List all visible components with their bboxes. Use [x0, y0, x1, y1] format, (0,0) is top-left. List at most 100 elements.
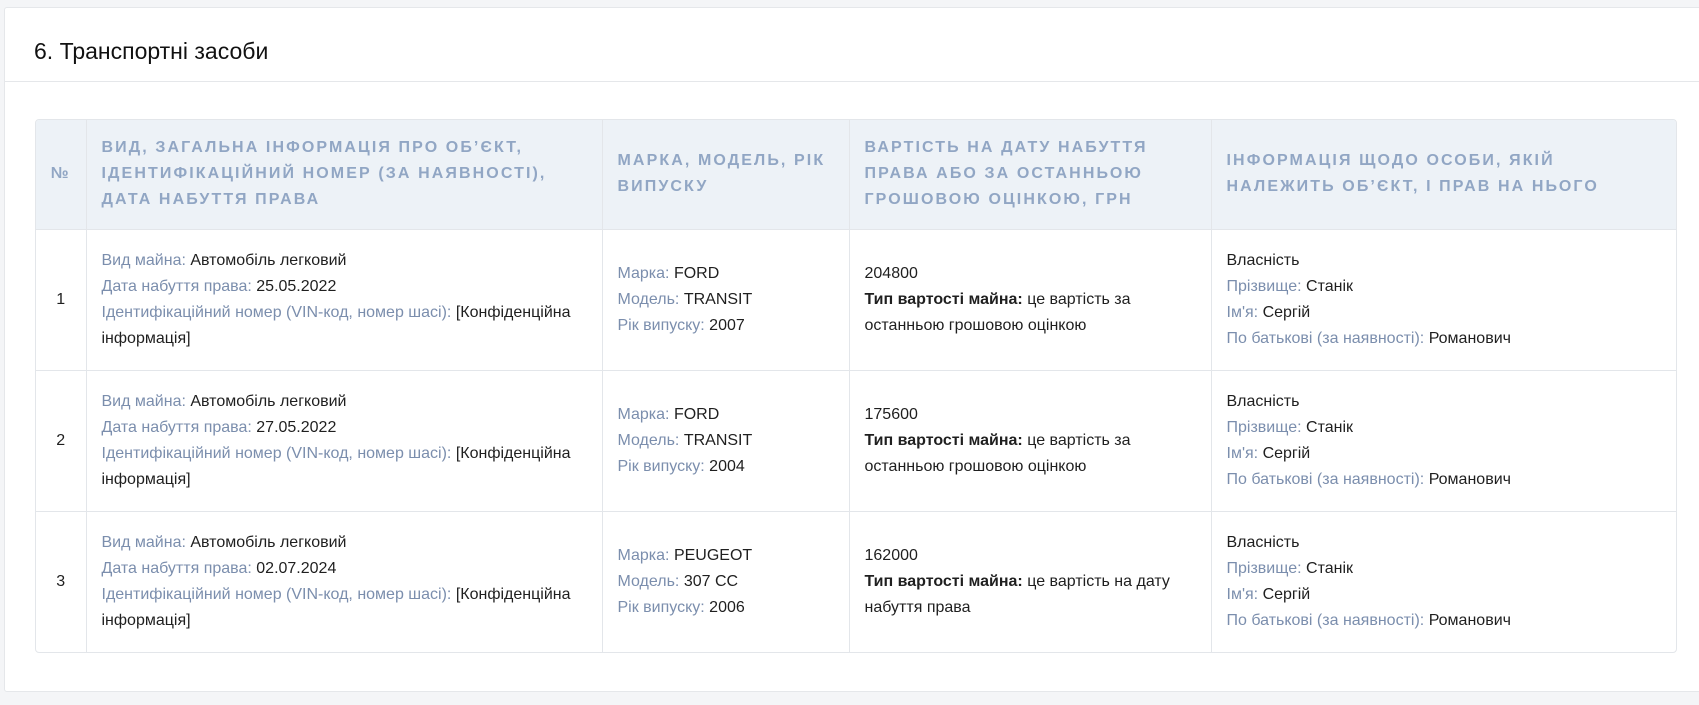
card-header: 6. Транспортні засоби	[5, 8, 1699, 82]
name-value: Сергій	[1262, 444, 1311, 462]
year-line: Рік випуску: 2007	[618, 313, 834, 339]
surname-line: Прізвище: Станік	[1227, 415, 1662, 441]
name-label: Ім'я:	[1226, 303, 1259, 321]
patronymic-label: По батькові (за наявності):	[1226, 329, 1425, 347]
date-label: Дата набуття права:	[101, 418, 252, 436]
kind-line: Вид майна: Автомобіль легковий	[102, 389, 587, 415]
table-row: 1 Вид майна: Автомобіль легковий Дата на…	[36, 229, 1676, 371]
header-brand-model: Марка, модель, рік випуску	[602, 120, 850, 230]
model-label: Модель:	[617, 572, 680, 590]
kind-label: Вид майна:	[101, 392, 186, 410]
surname-line: Прізвище: Станік	[1227, 274, 1662, 300]
value-cell: 162000 Тип вартості майна: це вартість н…	[849, 511, 1212, 652]
date-value: 02.07.2024	[256, 559, 337, 577]
name-label: Ім'я:	[1226, 444, 1259, 462]
vehicles-card: 6. Транспортні засоби № Вид, загальна ін…	[4, 7, 1699, 692]
kind-label: Вид майна:	[101, 533, 186, 551]
value-cell: 175600 Тип вартості майна: це вартість з…	[849, 370, 1212, 512]
name-line: Ім'я: Сергій	[1227, 300, 1662, 326]
value-type-label: Тип вартості майна:	[864, 290, 1023, 308]
section-title: 6. Транспортні засоби	[34, 38, 269, 64]
general-info-cell: Вид майна: Автомобіль легковий Дата набу…	[86, 511, 603, 652]
name-value: Сергій	[1262, 303, 1311, 321]
patronymic-line: По батькові (за наявності): Романович	[1227, 608, 1662, 634]
year-label: Рік випуску:	[617, 457, 705, 475]
value-type-label: Тип вартості майна:	[864, 431, 1023, 449]
year-label: Рік випуску:	[617, 598, 705, 616]
owner-info-cell: Власність Прізвище: Станік Ім'я: Сергій …	[1211, 370, 1676, 512]
make-value: FORD	[673, 264, 720, 282]
model-value: TRANSIT	[683, 290, 753, 308]
model-line: Модель: TRANSIT	[618, 428, 834, 454]
model-line: Модель: 307 CC	[618, 569, 834, 595]
patronymic-value: Романович	[1428, 470, 1511, 488]
table-row: 3 Вид майна: Автомобіль легковий Дата на…	[36, 511, 1676, 652]
vin-label: Ідентифікаційний номер (VIN-код, номер ш…	[101, 585, 452, 603]
row-number: 2	[36, 370, 87, 512]
right-type: Власність	[1226, 251, 1300, 269]
name-label: Ім'я:	[1226, 585, 1259, 603]
surname-label: Прізвище:	[1226, 418, 1302, 436]
patronymic-line: По батькові (за наявності): Романович	[1227, 467, 1662, 493]
name-line: Ім'я: Сергій	[1227, 582, 1662, 608]
value-amount: 204800	[864, 264, 918, 282]
year-value: 2006	[709, 598, 745, 616]
value-amount: 162000	[864, 546, 918, 564]
patronymic-value: Романович	[1428, 329, 1511, 347]
make-line: Марка: FORD	[618, 402, 834, 428]
kind-label: Вид майна:	[101, 251, 186, 269]
brand-model-cell: Марка: FORD Модель: TRANSIT Рік випуску:…	[602, 370, 850, 512]
year-value: 2007	[709, 316, 745, 334]
owner-info-cell: Власність Прізвище: Станік Ім'я: Сергій …	[1211, 229, 1676, 371]
brand-model-cell: Марка: FORD Модель: TRANSIT Рік випуску:…	[602, 229, 850, 371]
model-line: Модель: TRANSIT	[618, 287, 834, 313]
right-type: Власність	[1226, 392, 1300, 410]
date-value: 27.05.2022	[256, 418, 337, 436]
brand-model-cell: Марка: PEUGEOT Модель: 307 CC Рік випуск…	[602, 511, 850, 652]
make-value: FORD	[673, 405, 720, 423]
kind-value: Автомобіль легковий	[190, 392, 347, 410]
value-amount: 175600	[864, 405, 918, 423]
value-type-label: Тип вартості майна:	[864, 572, 1023, 590]
value-type-line: Тип вартості майна: це вартість за остан…	[865, 287, 1196, 339]
make-value: PEUGEOT	[673, 546, 753, 564]
patronymic-label: По батькові (за наявності):	[1226, 611, 1425, 629]
table-header-row: № Вид, загальна інформація про об’єкт, і…	[36, 120, 1676, 230]
surname-value: Станік	[1306, 277, 1354, 295]
year-label: Рік випуску:	[617, 316, 705, 334]
header-value: Вартість на дату набуття права або за ос…	[849, 120, 1212, 230]
name-value: Сергій	[1262, 585, 1311, 603]
model-value: TRANSIT	[683, 431, 753, 449]
name-line: Ім'я: Сергій	[1227, 441, 1662, 467]
general-info-cell: Вид майна: Автомобіль легковий Дата набу…	[86, 370, 603, 512]
surname-line: Прізвище: Станік	[1227, 556, 1662, 582]
model-value: 307 CC	[683, 572, 739, 590]
vin-label: Ідентифікаційний номер (VIN-код, номер ш…	[101, 303, 452, 321]
patronymic-line: По батькові (за наявності): Романович	[1227, 326, 1662, 352]
make-line: Марка: FORD	[618, 261, 834, 287]
header-owner-info: Інформація щодо особи, якій належить об’…	[1211, 120, 1676, 230]
vin-label: Ідентифікаційний номер (VIN-код, номер ш…	[101, 444, 452, 462]
date-line: Дата набуття права: 02.07.2024	[102, 556, 587, 582]
vehicles-table-wrapper: № Вид, загальна інформація про об’єкт, і…	[35, 119, 1677, 653]
row-number: 3	[36, 511, 87, 652]
surname-label: Прізвище:	[1226, 559, 1302, 577]
table-row: 2 Вид майна: Автомобіль легковий Дата на…	[36, 370, 1676, 512]
model-label: Модель:	[617, 290, 680, 308]
year-line: Рік випуску: 2006	[618, 595, 834, 621]
value-type-line: Тип вартості майна: це вартість за остан…	[865, 428, 1196, 480]
kind-line: Вид майна: Автомобіль легковий	[102, 248, 587, 274]
header-number: №	[36, 120, 87, 230]
date-label: Дата набуття права:	[101, 559, 252, 577]
kind-value: Автомобіль легковий	[190, 251, 347, 269]
date-line: Дата набуття права: 27.05.2022	[102, 415, 587, 441]
make-label: Марка:	[617, 264, 670, 282]
kind-line: Вид майна: Автомобіль легковий	[102, 530, 587, 556]
value-cell: 204800 Тип вартості майна: це вартість з…	[849, 229, 1212, 371]
make-line: Марка: PEUGEOT	[618, 543, 834, 569]
value-type-line: Тип вартості майна: це вартість на дату …	[865, 569, 1196, 621]
general-info-cell: Вид майна: Автомобіль легковий Дата набу…	[86, 229, 603, 371]
surname-label: Прізвище:	[1226, 277, 1302, 295]
patronymic-label: По батькові (за наявності):	[1226, 470, 1425, 488]
date-line: Дата набуття права: 25.05.2022	[102, 274, 587, 300]
